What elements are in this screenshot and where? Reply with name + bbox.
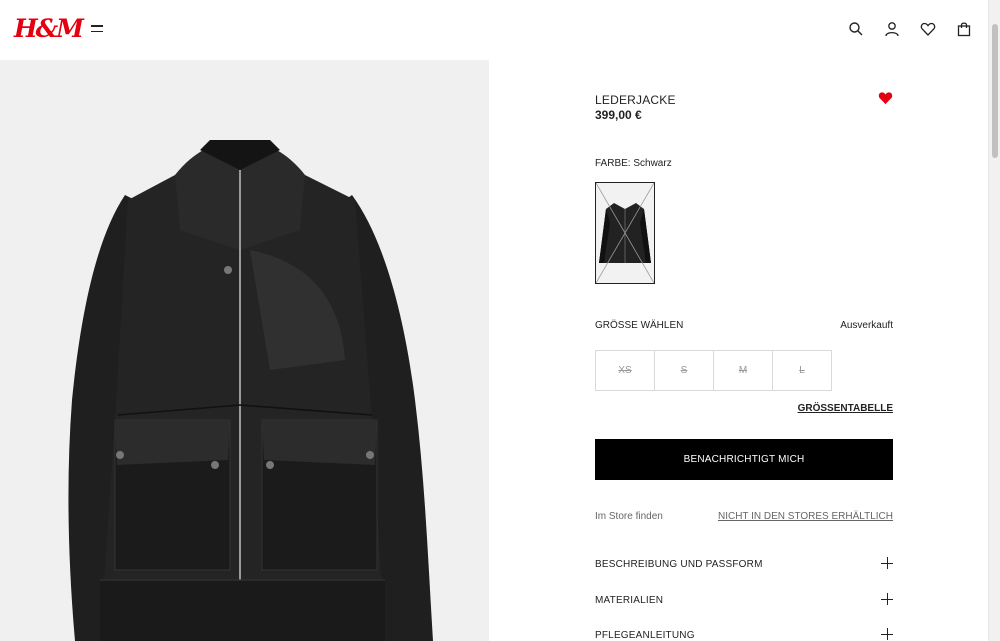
- size-option-m[interactable]: M: [713, 350, 773, 391]
- scrollbar-thumb[interactable]: [992, 24, 998, 158]
- accordion-label: BESCHREIBUNG UND PASSFORM: [595, 559, 763, 570]
- accordion-materials[interactable]: MATERIALIEN: [595, 593, 893, 609]
- store-availability-link[interactable]: NICHT IN DEN STORES ERHÄLTLICH: [718, 511, 893, 522]
- product-title: LEDERJACKE: [595, 93, 676, 107]
- color-swatch-black[interactable]: [595, 182, 655, 284]
- size-option-xs[interactable]: XS: [595, 350, 655, 391]
- size-option-s[interactable]: S: [654, 350, 714, 391]
- swatch-jacket-thumbnail: [596, 183, 654, 283]
- size-selector: XS S M L: [595, 350, 832, 391]
- accordion-label: MATERIALIEN: [595, 595, 664, 606]
- favorites-icon[interactable]: [920, 21, 936, 37]
- plus-icon: [881, 593, 893, 605]
- size-option-l[interactable]: L: [772, 350, 832, 391]
- leather-jacket-image: [0, 60, 489, 641]
- search-icon[interactable]: [848, 21, 864, 37]
- product-price: 399,00 €: [595, 108, 642, 122]
- site-header: H&M: [0, 0, 988, 60]
- accordion-description[interactable]: BESCHREIBUNG UND PASSFORM: [595, 557, 893, 573]
- availability-status: Ausverkauft: [840, 320, 893, 331]
- size-chart-link[interactable]: GRÖSSENTABELLE: [798, 403, 893, 414]
- store-find-label: Im Store finden: [595, 511, 663, 522]
- page-scrollbar[interactable]: [988, 0, 1000, 641]
- notify-me-button[interactable]: BENACHRICHTIGT MICH: [595, 439, 893, 480]
- shopping-bag-icon[interactable]: [956, 21, 972, 37]
- accordion-label: PFLEGEANLEITUNG: [595, 630, 695, 641]
- size-label: GRÖSSE WÄHLEN: [595, 320, 684, 331]
- product-image[interactable]: [0, 60, 489, 641]
- menu-icon[interactable]: [91, 25, 103, 35]
- plus-icon: [881, 628, 893, 640]
- account-icon[interactable]: [884, 21, 900, 37]
- hm-logo[interactable]: H&M: [14, 14, 84, 43]
- color-label: FARBE: Schwarz: [595, 158, 672, 169]
- favorite-heart-icon[interactable]: [878, 91, 893, 105]
- accordion-care[interactable]: PFLEGEANLEITUNG: [595, 628, 893, 641]
- plus-icon: [881, 557, 893, 569]
